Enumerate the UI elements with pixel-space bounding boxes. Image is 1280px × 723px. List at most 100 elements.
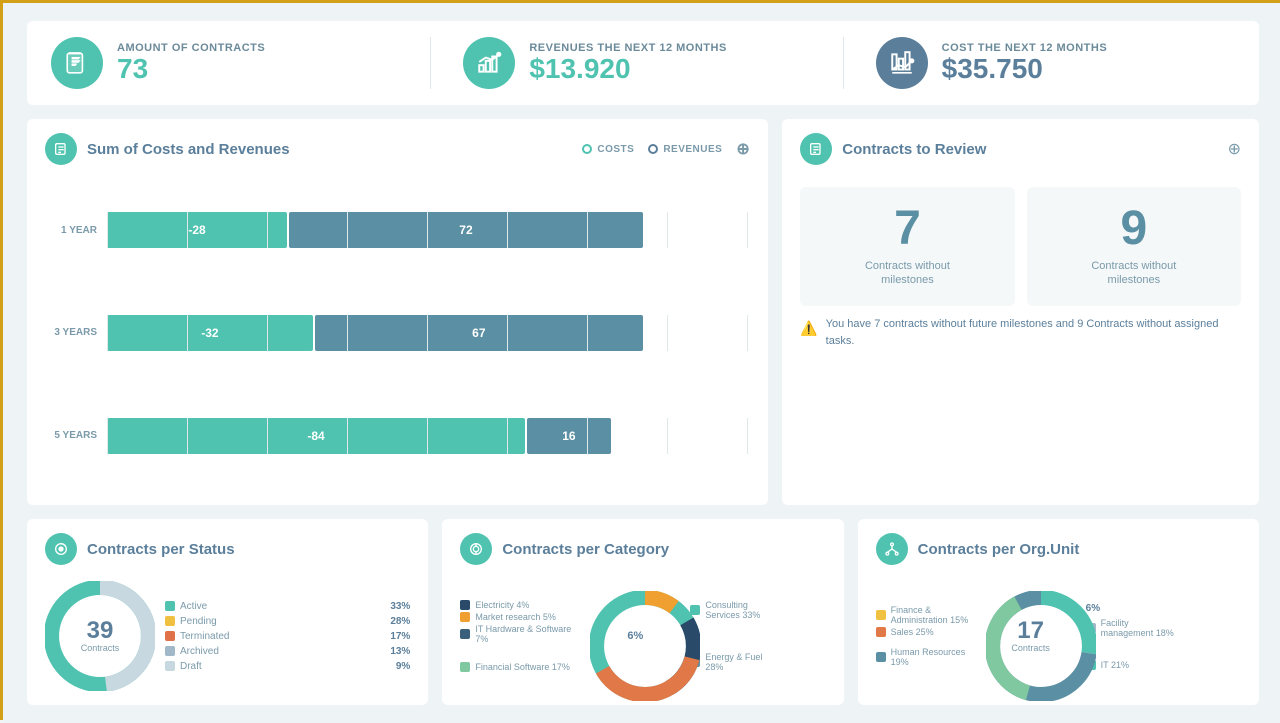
- revenues-dot: [648, 144, 658, 154]
- legend-energy: Energy & Fuel 28%: [690, 652, 780, 672]
- kpi-contracts-label: AMOUNT OF CONTRACTS: [117, 42, 265, 54]
- status-donut: 39 Contracts: [45, 581, 155, 691]
- electricity-swatch: [460, 600, 470, 610]
- legend-sales: Sales 25%: [876, 627, 976, 637]
- orgunit-donut-area: Finance & Administration 15% Sales 25% H…: [876, 581, 1241, 691]
- draft-pct: 9%: [396, 661, 410, 672]
- legend-electricity: Electricity 4%: [460, 600, 580, 610]
- bar-revenues-1year: 72: [289, 212, 643, 248]
- legend-costs-label: COSTS: [597, 144, 634, 155]
- status-legend: Active 33% Pending 28% Terminated 17%: [165, 601, 410, 672]
- archived-swatch: [165, 646, 175, 656]
- orgunit-donut: 17 Contracts: [986, 591, 1076, 681]
- hr-swatch: [876, 652, 886, 662]
- kpi-contracts-value: 73: [117, 54, 265, 85]
- kpi-revenues-text: REVENUES THE NEXT 12 MONTHS $13.920: [529, 42, 726, 85]
- bar-label-3years: 3 YEARS: [45, 327, 97, 338]
- costs-icon: [876, 37, 928, 89]
- bar-chart: 1 YEAR -28 72 3 YEARS -: [45, 175, 750, 491]
- active-swatch: [165, 601, 175, 611]
- review-warning: ⚠️ You have 7 contracts without future m…: [800, 316, 1241, 351]
- legend-financial: Financial Software 17%: [460, 662, 580, 672]
- bar-label-5years: 5 YEARS: [45, 430, 97, 441]
- category-icon: [460, 533, 492, 565]
- review-title: Contracts to Review: [842, 141, 1217, 158]
- bar-track-3years: -32 67: [107, 315, 750, 351]
- category-donut-center: 6%: [627, 630, 643, 642]
- status-center-num: 39: [81, 619, 120, 643]
- costs-revenues-title: Sum of Costs and Revenues: [87, 141, 572, 158]
- it-hardware-swatch: [460, 629, 470, 639]
- it-label: IT 21%: [1101, 660, 1129, 670]
- orgunit-other-pct: 6%: [1086, 603, 1176, 614]
- review-header: Contracts to Review ⊕: [800, 133, 1241, 165]
- status-title: Contracts per Status: [87, 541, 410, 558]
- pending-label: Pending: [180, 616, 217, 627]
- legend-financial-spacer: Financial Software 17%: [460, 662, 580, 672]
- legend-hr-spacer: Human Resources 19%: [876, 647, 976, 667]
- bar-costs-3years: -32: [107, 315, 313, 351]
- draft-label: Draft: [180, 661, 202, 672]
- kpi-costs-label: COST THE NEXT 12 MONTHS: [942, 42, 1108, 54]
- status-center-label: Contracts: [81, 643, 120, 653]
- middle-row: Sum of Costs and Revenues COSTS REVENUES…: [27, 119, 1259, 505]
- archived-pct: 13%: [390, 646, 410, 657]
- archived-label: Archived: [180, 646, 219, 657]
- sales-swatch: [876, 627, 886, 637]
- costs-dot: [582, 144, 592, 154]
- crosshair-icon[interactable]: ⊕: [736, 139, 750, 159]
- orgunit-title: Contracts per Org.Unit: [918, 541, 1241, 558]
- review-card-7-label: Contracts withoutmilestones: [812, 259, 1002, 288]
- bar-row-1year: 1 YEAR -28 72: [45, 212, 750, 248]
- bar-row-3years: 3 YEARS -32 67: [45, 315, 750, 351]
- kpi-revenues-value: $13.920: [529, 54, 726, 85]
- category-donut-area: Electricity 4% Market research 5% IT Har…: [460, 581, 825, 691]
- legend-it-hardware: IT Hardware & Software 7%: [460, 624, 580, 644]
- category-legend-right: Consulting Services 33% Energy & Fuel 28…: [690, 600, 780, 672]
- legend-energy-spacer: Energy & Fuel 28%: [690, 652, 780, 672]
- review-card-9-number: 9: [1039, 205, 1229, 253]
- legend-it-spacer: IT 21%: [1086, 660, 1176, 670]
- legend-revenues: REVENUES: [648, 144, 722, 155]
- bar-revenues-3years: 67: [315, 315, 643, 351]
- kpi-contracts-text: AMOUNT OF CONTRACTS 73: [117, 42, 265, 85]
- financial-label: Financial Software 17%: [475, 662, 570, 672]
- bottom-row: Contracts per Status: [27, 519, 1259, 705]
- legend-consulting: Consulting Services 33%: [690, 600, 780, 620]
- orgunit-donut-center: 17 Contracts: [1011, 619, 1050, 653]
- costs-revenues-header: Sum of Costs and Revenues COSTS REVENUES…: [45, 133, 750, 165]
- orgunit-center-label: Contracts: [1011, 643, 1050, 653]
- category-title: Contracts per Category: [502, 541, 825, 558]
- market-research-swatch: [460, 612, 470, 622]
- legend-hr: Human Resources 19%: [876, 647, 976, 667]
- warning-icon: ⚠️: [800, 317, 817, 339]
- financial-swatch: [460, 662, 470, 672]
- active-pct: 33%: [390, 601, 410, 612]
- terminated-pct: 17%: [390, 631, 410, 642]
- kpi-costs: COST THE NEXT 12 MONTHS $35.750: [843, 37, 1235, 89]
- contracts-icon: [51, 37, 103, 89]
- legend-terminated: Terminated 17%: [165, 631, 410, 642]
- review-warning-text: You have 7 contracts without future mile…: [826, 316, 1241, 351]
- bar-track-1year: -28 72: [107, 212, 750, 248]
- review-crosshair-icon[interactable]: ⊕: [1228, 139, 1241, 159]
- status-panel: Contracts per Status: [27, 519, 428, 705]
- review-card-9: 9 Contracts withoutmilestones: [1027, 187, 1241, 306]
- bar-row-5years: 5 YEARS -84 16: [45, 418, 750, 454]
- terminated-swatch: [165, 631, 175, 641]
- status-donut-center: 39 Contracts: [81, 619, 120, 653]
- panel-legend: COSTS REVENUES ⊕: [582, 139, 750, 159]
- legend-finance: Finance & Administration 15%: [876, 605, 976, 625]
- kpi-row: AMOUNT OF CONTRACTS 73 REVENUES THE NEXT…: [27, 21, 1259, 105]
- finance-label: Finance & Administration 15%: [891, 605, 976, 625]
- costs-revenues-panel: Sum of Costs and Revenues COSTS REVENUES…: [27, 119, 768, 505]
- bar-revenues-5years: 16: [527, 418, 611, 454]
- category-donut: 6%: [590, 591, 680, 681]
- pending-swatch: [165, 616, 175, 626]
- hr-label: Human Resources 19%: [891, 647, 976, 667]
- bar-track-5years: -84 16: [107, 418, 750, 454]
- status-icon: [45, 533, 77, 565]
- active-label: Active: [180, 601, 207, 612]
- orgunit-legend-left: Finance & Administration 15% Sales 25% H…: [876, 605, 976, 667]
- dashboard: AMOUNT OF CONTRACTS 73 REVENUES THE NEXT…: [3, 3, 1280, 723]
